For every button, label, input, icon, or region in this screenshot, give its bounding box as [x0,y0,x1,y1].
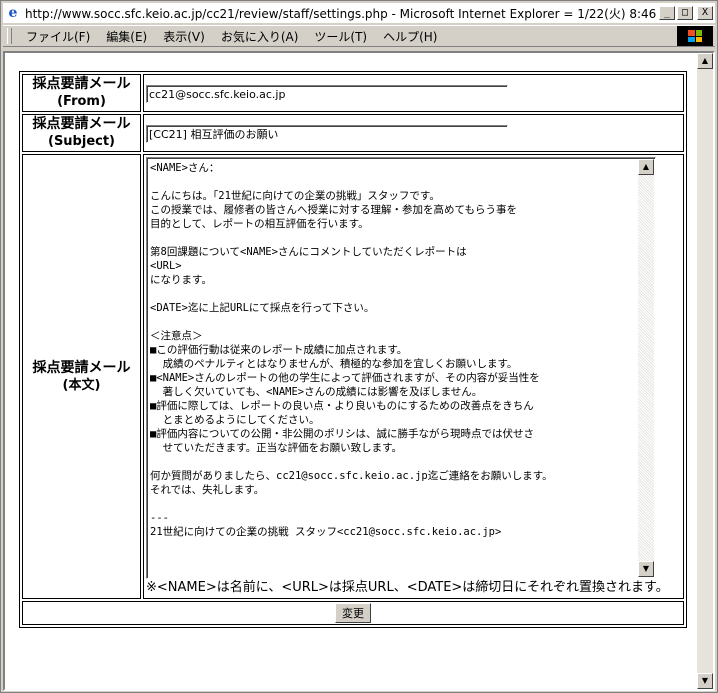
subject-input-cell [143,114,684,152]
from-label-cell: 採点要請メール (From) [22,74,141,112]
menu-tools[interactable]: ツール(T) [306,28,375,45]
change-button[interactable]: 変更 [335,603,371,623]
scroll-down-icon[interactable]: ▼ [638,561,654,577]
placeholder-note: ※<NAME>は名前に、<URL>は採点URL、<DATE>は締切日にそれぞれ置… [146,580,669,595]
menu-bar: ファイル(F) 編集(E) 表示(V) お気に入り(A) ツール(T) ヘルプ(… [3,25,715,47]
body-input-cell: <NAME>さん： こんにちは。「21世紀に向けての企業の挑戦」スタッフです。 … [143,154,684,599]
page-scroll-up-icon[interactable]: ▲ [697,53,713,69]
subject-input[interactable] [146,125,508,143]
maximize-button[interactable]: □ [677,6,693,20]
subject-sublabel: (Subject) [48,134,115,149]
menu-edit[interactable]: 編集(E) [98,28,155,45]
close-button[interactable]: X [697,6,713,20]
window-controls: _ □ X [659,6,713,20]
minimize-button[interactable]: _ [659,6,675,20]
settings-form: 採点要請メール (From) 採点要請メール (Subject) [19,71,687,628]
menu-view[interactable]: 表示(V) [155,28,213,45]
menu-favorites[interactable]: お気に入り(A) [213,28,307,45]
page-scrollbar[interactable]: ▲ ▼ [697,53,713,689]
menu-help[interactable]: ヘルプ(H) [375,28,445,45]
from-label: 採点要請メール [32,76,131,92]
subject-label: 採点要請メール [32,116,131,132]
menu-file[interactable]: ファイル(F) [18,28,98,45]
windows-logo-icon [677,26,713,46]
browser-window: e http://www.socc.sfc.keio.ac.jp/cc21/re… [0,0,718,693]
body-label-cell: 採点要請メール (本文) [22,154,141,599]
body-text[interactable]: <NAME>さん： こんにちは。「21世紀に向けての企業の挑戦」スタッフです。 … [150,161,638,575]
page-content: 採点要請メール (From) 採点要請メール (Subject) [3,51,715,691]
internet-explorer-icon: e [8,5,18,21]
scroll-up-icon[interactable]: ▲ [638,159,654,175]
from-input[interactable] [146,85,508,103]
title-bar[interactable]: e http://www.socc.sfc.keio.ac.jp/cc21/re… [3,3,715,23]
page-scroll-down-icon[interactable]: ▼ [697,673,713,689]
from-sublabel: (From) [57,94,106,109]
submit-row: 変更 [22,601,684,625]
body-row: 採点要請メール (本文) <NAME>さん： こんにちは。「21世紀に向けての企… [22,154,684,599]
subject-label-cell: 採点要請メール (Subject) [22,114,141,152]
submit-cell: 変更 [22,601,684,625]
body-scrollbar[interactable]: ▲ ▼ [638,159,654,577]
subject-row: 採点要請メール (Subject) [22,114,684,152]
window-title: http://www.socc.sfc.keio.ac.jp/cc21/revi… [25,6,657,21]
from-row: 採点要請メール (From) [22,74,684,112]
settings-page: 採点要請メール (From) 採点要請メール (Subject) [19,71,687,628]
body-sublabel: (本文) [62,377,101,393]
toolbar-grip-icon[interactable] [7,28,12,44]
from-input-cell [143,74,684,112]
body-textarea[interactable]: <NAME>さん： こんにちは。「21世紀に向けての企業の挑戦」スタッフです。 … [146,157,656,579]
body-label: 採点要請メール [32,359,131,376]
